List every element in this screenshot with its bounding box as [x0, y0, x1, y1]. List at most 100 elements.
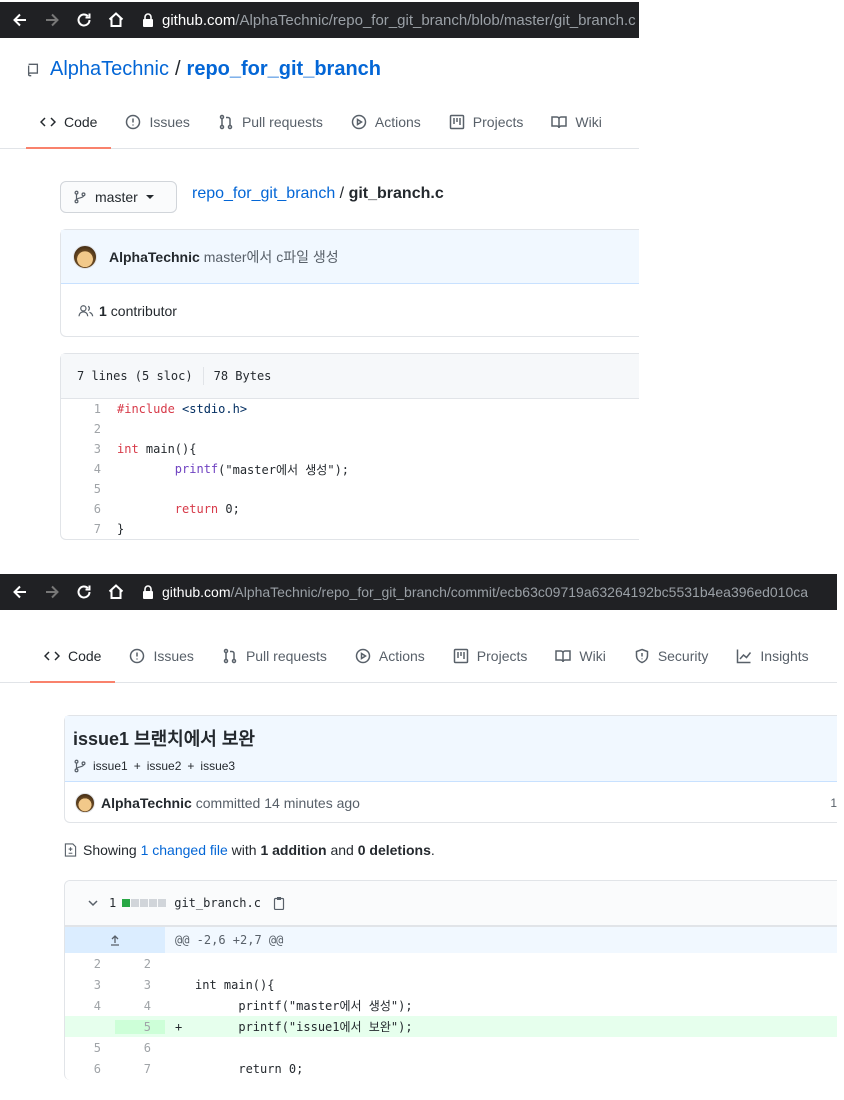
old-line-number[interactable]: 3 [65, 978, 115, 992]
tab-projects[interactable]: Projects [439, 644, 542, 682]
back-button[interactable] [8, 8, 32, 32]
tab-code[interactable]: Code [30, 644, 116, 683]
repo-separator: / [174, 58, 181, 80]
expand-up-icon [111, 935, 119, 946]
diff-line-added: 5 + printf("issue1에서 보완"); [65, 1016, 837, 1037]
line-number[interactable]: 7 [61, 522, 117, 536]
arrow-left-icon [13, 13, 26, 27]
diff-body: 22 3 3 int main(){ 44 printf("master에서 생성"… [65, 953, 837, 1079]
address-bar[interactable]: github.com/AlphaTechnic/repo_for_git_bra… [142, 584, 808, 600]
commit-author[interactable]: AlphaTechnic [101, 795, 192, 811]
diff-sign: + [175, 1019, 183, 1034]
home-button[interactable] [104, 8, 128, 32]
branch-link[interactable]: issue3 [200, 759, 235, 773]
avatar[interactable] [75, 792, 95, 813]
file-info-bar: 7 lines (5 sloc) 78 Bytes [61, 354, 639, 399]
code-text: 0; [218, 502, 240, 516]
git-branch-icon [74, 190, 86, 204]
reload-button[interactable] [72, 8, 96, 32]
summary-end: . [430, 842, 435, 858]
clipboard-icon[interactable] [273, 896, 285, 910]
branch-link[interactable]: issue1 [93, 759, 128, 773]
tab-code-label: Code [68, 648, 102, 664]
repo-name-link[interactable]: repo_for_git_branch [187, 58, 381, 81]
diff-stat-bar [122, 899, 167, 907]
new-line-number[interactable]: 6 [115, 1041, 165, 1055]
old-line-number[interactable]: 4 [65, 999, 115, 1013]
old-line-number[interactable]: 2 [65, 957, 115, 971]
commit-message[interactable]: master에서 c파일 생성 [204, 247, 339, 267]
code-preprocessor: #include [117, 402, 183, 416]
line-number[interactable]: 3 [61, 442, 117, 456]
code-text: ("master에서 생성"); [218, 462, 350, 477]
reload-button[interactable] [72, 580, 96, 604]
diff-code: int main(){ [195, 977, 275, 992]
commit-title: issue1 브랜치에서 보완 [73, 729, 255, 749]
code-icon [40, 117, 56, 127]
home-button[interactable] [104, 580, 128, 604]
tab-wiki[interactable]: Wiki [541, 644, 619, 682]
tab-projects[interactable]: Projects [435, 110, 538, 148]
tab-issues[interactable]: Issues [111, 110, 203, 148]
summary-additions: 1 addition [260, 842, 327, 858]
diff-file-name[interactable]: git_branch.c [174, 896, 261, 910]
branch-plus: + [187, 759, 195, 773]
people-icon [78, 304, 94, 316]
new-line-number[interactable]: 5 [115, 1019, 165, 1034]
code-text: main(){ [138, 442, 197, 456]
home-icon [108, 584, 124, 599]
line-number[interactable]: 6 [61, 502, 117, 516]
forward-button[interactable] [40, 8, 64, 32]
tab-code[interactable]: Code [26, 110, 112, 149]
tab-pull-requests-label: Pull requests [241, 114, 323, 130]
tab-wiki[interactable]: Wiki [537, 110, 615, 148]
address-bar[interactable]: github.com/AlphaTechnic/repo_for_git_bra… [142, 12, 636, 29]
diff-line: 44 printf("master에서 생성"); [65, 995, 837, 1016]
line-number[interactable]: 1 [61, 402, 117, 416]
tab-issues[interactable]: Issues [115, 644, 207, 682]
url-path: /AlphaTechnic/repo_for_git_branch/blob/m… [235, 11, 636, 29]
browser-toolbar-1: github.com/AlphaTechnic/repo_for_git_bra… [0, 2, 639, 38]
contributors-row[interactable]: 1 contributor [61, 284, 639, 337]
breadcrumb-file: git_branch.c [348, 185, 444, 202]
back-button[interactable] [8, 580, 32, 604]
arrow-left-icon [13, 585, 26, 599]
breadcrumb-repo-link[interactable]: repo_for_git_branch [192, 185, 335, 202]
diff-line: 67 return 0; [65, 1058, 837, 1079]
old-line-number[interactable]: 5 [65, 1041, 115, 1055]
changed-files-link[interactable]: 1 changed file [141, 842, 228, 858]
commit-author[interactable]: AlphaTechnic [109, 249, 200, 265]
tab-security[interactable]: Security [620, 644, 723, 682]
line-number[interactable]: 4 [61, 462, 117, 476]
tab-actions[interactable]: Actions [341, 644, 439, 682]
project-icon [453, 648, 469, 664]
chevron-down-icon[interactable] [87, 897, 99, 909]
tab-pull-requests[interactable]: Pull requests [204, 110, 337, 148]
tab-issues-label: Issues [153, 648, 194, 664]
pull-request-icon [223, 648, 237, 664]
old-line-number[interactable]: 6 [65, 1062, 115, 1076]
new-line-number[interactable]: 3 [115, 978, 165, 992]
line-number[interactable]: 5 [61, 482, 117, 496]
tab-pull-requests[interactable]: Pull requests [208, 644, 341, 682]
tab-actions[interactable]: Actions [337, 110, 435, 148]
git-branch-icon [74, 759, 86, 773]
diff-line: 22 [65, 953, 837, 974]
lock-icon [143, 585, 153, 599]
avatar[interactable] [73, 244, 97, 269]
contributor-label: contributor [110, 302, 177, 319]
file-lines: 7 lines (5 sloc) [77, 369, 193, 383]
branch-select-button[interactable]: master [60, 181, 177, 213]
tab-insights[interactable]: Insights [722, 644, 822, 682]
new-line-number[interactable]: 7 [115, 1062, 165, 1076]
code-keyword: return [174, 502, 219, 516]
repo-icon [27, 63, 39, 76]
new-line-number[interactable]: 2 [115, 957, 165, 971]
repo-owner-link[interactable]: AlphaTechnic [50, 58, 169, 81]
expand-up-button[interactable] [65, 927, 165, 953]
new-line-number[interactable]: 4 [115, 999, 165, 1013]
branch-link[interactable]: issue2 [147, 759, 182, 773]
tab-wiki-label: Wiki [579, 648, 606, 664]
forward-button[interactable] [40, 580, 64, 604]
line-number[interactable]: 2 [61, 422, 117, 436]
